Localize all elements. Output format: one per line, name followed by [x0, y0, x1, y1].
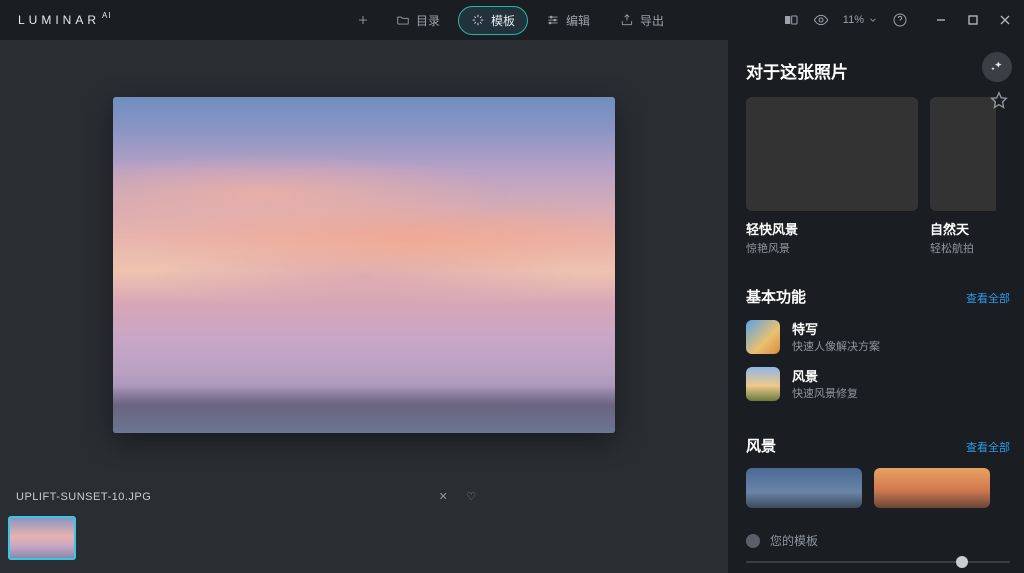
app-logo: LUMINAR AI	[18, 13, 112, 27]
panel-title: 对于这张照片	[746, 58, 1010, 83]
file-name: UPLIFT-SUNSET-10.JPG	[16, 491, 151, 503]
suggested-row: 轻快风景 惊艳风景 自然天 轻松航拍	[746, 97, 1010, 256]
landscape-thumb-2[interactable]	[874, 468, 990, 508]
template-card-2-subtitle: 轻松航拍	[930, 240, 996, 256]
landscape-row	[746, 468, 1010, 508]
preview-button[interactable]	[813, 12, 829, 28]
sliders-icon	[546, 13, 560, 27]
essentials-header: 基本功能 查看全部	[746, 286, 1010, 307]
window-close[interactable]	[996, 11, 1014, 29]
filmstrip-thumb-selected[interactable]	[8, 516, 76, 560]
title-bar: LUMINAR AI 目录 模板 编辑	[0, 0, 1024, 40]
favorite-button[interactable]: ♡	[466, 490, 476, 503]
window-maximize[interactable]	[964, 11, 982, 29]
nav-templates[interactable]: 模板	[458, 6, 528, 35]
image-canvas[interactable]	[113, 97, 615, 433]
your-templates-label: 您的模板	[770, 532, 818, 549]
filmstrip-header: UPLIFT-SUNSET-10.JPG ✕ ♡	[0, 490, 728, 511]
panel-footer: 您的模板	[746, 524, 1010, 573]
zoom-value: 11%	[843, 14, 864, 26]
essentials-item-2-subtitle: 快速风景修复	[792, 385, 858, 401]
workspace: UPLIFT-SUNSET-10.JPG ✕ ♡	[0, 40, 728, 573]
plus-icon	[356, 13, 370, 27]
landscape-viewall[interactable]: 查看全部	[966, 439, 1010, 455]
essentials-item-1-title: 特写	[792, 319, 880, 338]
essentials-item-1-thumb	[746, 320, 780, 354]
essentials-item-2[interactable]: 风景 快速风景修复	[746, 366, 1010, 401]
window-controls	[932, 11, 1014, 29]
templates-panel: 对于这张照片 轻快风景 惊艳风景 自然天 轻松航拍 基本功能 查看全部 特写 快…	[728, 40, 1024, 573]
canvas-area	[0, 40, 728, 490]
help-button[interactable]	[892, 12, 908, 28]
template-card-1-subtitle: 惊艳风景	[746, 240, 918, 256]
folder-icon	[396, 13, 410, 27]
essentials-item-2-thumb	[746, 367, 780, 401]
nav-edit[interactable]: 编辑	[534, 7, 602, 34]
essentials-viewall[interactable]: 查看全部	[966, 290, 1010, 306]
essentials-item-1[interactable]: 特写 快速人像解决方案	[746, 319, 1010, 354]
magic-button[interactable]	[982, 52, 1012, 82]
sparkle-icon	[471, 13, 485, 27]
nav-edit-label: 编辑	[566, 12, 590, 29]
chevron-down-icon	[868, 15, 878, 25]
add-button[interactable]	[348, 8, 378, 32]
intensity-slider[interactable]	[746, 561, 1010, 563]
zoom-dropdown[interactable]: 11%	[843, 14, 878, 26]
app-logo-sup: AI	[102, 11, 112, 20]
template-indicator	[746, 534, 760, 548]
reject-button[interactable]: ✕	[439, 490, 449, 503]
nav-catalog-label: 目录	[416, 12, 440, 29]
top-nav: 目录 模板 编辑 导出	[348, 6, 676, 35]
nav-export[interactable]: 导出	[608, 7, 676, 34]
top-right-tools: 11%	[783, 11, 1014, 29]
filmstrip	[0, 511, 728, 573]
landscape-thumb-1[interactable]	[746, 468, 862, 508]
template-card-2-title: 自然天	[930, 219, 996, 238]
template-card-1[interactable]: 轻快风景 惊艳风景	[746, 97, 918, 256]
nav-templates-label: 模板	[491, 12, 515, 29]
slider-knob[interactable]	[956, 556, 968, 568]
landscape-header: 风景 查看全部	[746, 435, 1010, 456]
nav-catalog[interactable]: 目录	[384, 7, 452, 34]
template-card-1-title: 轻快风景	[746, 219, 918, 238]
template-card-2[interactable]: 自然天 轻松航拍	[930, 97, 996, 256]
export-icon	[620, 13, 634, 27]
window-minimize[interactable]	[932, 11, 950, 29]
template-card-1-image	[746, 97, 918, 211]
template-card-2-image	[930, 97, 996, 211]
nav-export-label: 导出	[640, 12, 664, 29]
compare-button[interactable]	[783, 12, 799, 28]
star-button[interactable]	[988, 90, 1010, 112]
app-logo-text: LUMINAR	[18, 13, 100, 27]
landscape-title: 风景	[746, 435, 776, 456]
essentials-title: 基本功能	[746, 286, 806, 307]
essentials-item-1-subtitle: 快速人像解决方案	[792, 338, 880, 354]
essentials-item-2-title: 风景	[792, 366, 858, 385]
